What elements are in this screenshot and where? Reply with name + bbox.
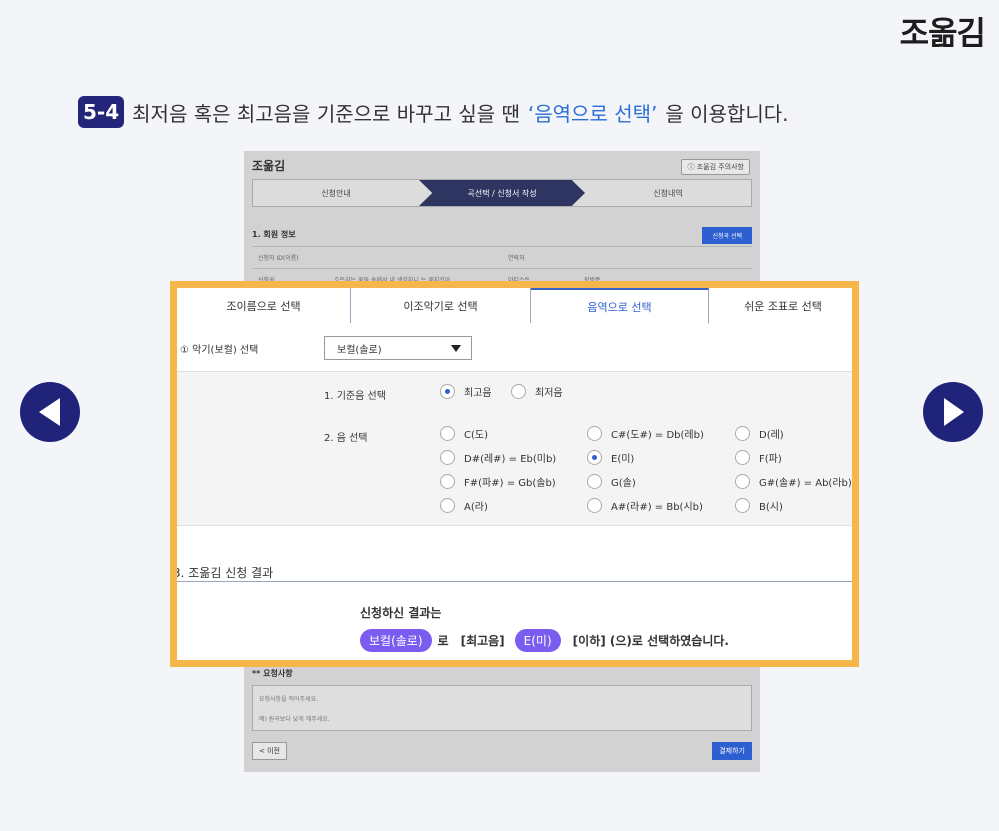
prev-slide-button[interactable] — [20, 382, 80, 442]
radio-note[interactable]: A#(라#) = Bb(시b) — [587, 498, 703, 513]
tab-easy-key-signature[interactable]: 쉬운 조표로 선택 — [709, 288, 852, 323]
bg-help-button[interactable]: ⓘ 조옮김 주의사항 — [681, 159, 750, 175]
radio-label: D(레) — [759, 430, 784, 441]
result-tail: [이하] (으)로 선택하였습니다. — [572, 634, 729, 648]
tab-key-name[interactable]: 조이름으로 선택 — [177, 288, 351, 323]
radio-unchecked-icon — [587, 498, 602, 513]
instrument-select-value: 보컬(솔로) — [337, 344, 382, 356]
bg-page-title: 조옮김 — [252, 159, 286, 173]
radio-unchecked-icon — [587, 474, 602, 489]
bg-request-label: ** 요청사항 — [252, 669, 293, 678]
bg-step-bar: 신청안내 곡선택 / 신청서 작성 신청내역 — [252, 179, 752, 207]
radio-note[interactable]: D(레) — [735, 426, 784, 441]
range-select-panel: 조이름으로 선택 이조악기로 선택 음역으로 선택 쉬운 조표로 선택 ① 악기… — [170, 281, 859, 667]
radio-note[interactable]: A(라) — [440, 498, 488, 513]
radio-label: 최저음 — [535, 388, 563, 399]
instrument-row: ① 악기(보컬) 선택 보컬(솔로) — [177, 336, 472, 360]
radio-label: A#(라#) = Bb(시b) — [611, 502, 703, 513]
result-section-title: 3. 조옮김 신청 결과 — [173, 566, 274, 580]
bg-prev-button[interactable]: < 이전 — [252, 742, 287, 760]
radio-highest[interactable]: 최고음 — [440, 384, 492, 399]
radio-note[interactable]: D#(레#) = Eb(미b) — [440, 450, 556, 465]
radio-note[interactable]: C#(도#) = Db(레b) — [587, 426, 704, 441]
base-note-label: 1. 기준음 선택 — [324, 391, 386, 402]
step-instruction: 5-4 최저음 혹은 최고음을 기준으로 바꾸고 싶을 땐 ‘음역으로 선택’ … — [78, 96, 789, 128]
result-instrument-badge: 보컬(솔로) — [360, 629, 432, 652]
radio-unchecked-icon — [735, 474, 750, 489]
radio-unchecked-icon — [735, 450, 750, 465]
options-panel: 1. 기준음 선택 최고음 최저음 2. 음 선택 C(도) C#(도#) = … — [177, 371, 852, 526]
bg-request-placeholder: 요청사항을 적어주세요. — [259, 696, 319, 703]
result-summary: 보컬(솔로) 로 [최고음] E(미) [이하] (으)로 선택하였습니다. — [360, 629, 735, 652]
radio-label: F#(파#) = Gb(솔b) — [464, 478, 556, 489]
result-note-badge: E(미) — [514, 629, 561, 652]
radio-unchecked-icon — [587, 426, 602, 441]
bg-select-song-button[interactable]: 신청곡 선택 — [702, 227, 752, 244]
radio-label: A(라) — [464, 502, 488, 513]
note-select-label: 2. 음 선택 — [324, 433, 368, 444]
radio-unchecked-icon — [511, 384, 526, 399]
right-arrow-icon — [944, 398, 964, 426]
radio-unchecked-icon — [440, 450, 455, 465]
radio-label: C#(도#) = Db(레b) — [611, 430, 704, 441]
radio-unchecked-icon — [440, 498, 455, 513]
tab-transposing-instrument[interactable]: 이조악기로 선택 — [351, 288, 531, 323]
bg-row-label: 연락처 — [508, 255, 525, 262]
bg-step-2: 곡선택 / 신청서 작성 — [419, 180, 585, 206]
bg-divider — [252, 246, 752, 247]
result-base: [최고음] — [460, 634, 505, 648]
radio-label: D#(레#) = Eb(미b) — [464, 454, 557, 465]
instrument-label: ① 악기(보컬) 선택 — [180, 344, 259, 356]
radio-label: B(시) — [759, 502, 783, 513]
radio-unchecked-icon — [440, 474, 455, 489]
radio-label: C(도) — [464, 430, 488, 441]
bg-step-3: 신청내역 — [653, 188, 683, 198]
chevron-down-icon — [451, 344, 461, 352]
bg-row-label: 신청자 ID(이름) — [258, 255, 299, 262]
radio-note[interactable]: F(파) — [735, 450, 782, 465]
next-slide-button[interactable] — [923, 382, 983, 442]
radio-lowest[interactable]: 최저음 — [511, 384, 563, 399]
step-text-after: 을 이용합니다. — [665, 101, 789, 126]
radio-unchecked-icon — [735, 498, 750, 513]
step-badge: 5-4 — [78, 96, 125, 128]
brand-logo: 조옮김 — [899, 14, 986, 52]
bg-divider — [252, 268, 752, 269]
result-divider — [177, 581, 852, 582]
radio-label: F(파) — [759, 454, 782, 465]
step-highlight: ‘음역으로 선택’ — [527, 101, 658, 126]
radio-label: E(미) — [611, 454, 635, 465]
step-text-before: 최저음 혹은 최고음을 기준으로 바꾸고 싶을 땐 — [132, 101, 520, 126]
radio-note[interactable]: F#(파#) = Gb(솔b) — [440, 474, 556, 489]
bg-pay-button[interactable]: 결제하기 — [712, 742, 752, 760]
bg-step-1: 신청안내 — [321, 188, 351, 198]
result-text: 로 — [437, 634, 449, 648]
radio-unchecked-icon — [440, 426, 455, 441]
bg-section-title: 1. 회원 정보 — [252, 230, 296, 239]
radio-label: G#(솔#) = Ab(라b) — [759, 478, 852, 489]
radio-checked-icon — [440, 384, 455, 399]
radio-note[interactable]: G(솔) — [587, 474, 636, 489]
tab-range[interactable]: 음역으로 선택 — [531, 288, 709, 324]
left-arrow-icon — [39, 398, 60, 426]
result-heading: 신청하신 결과는 — [360, 606, 442, 620]
select-method-tabs: 조이름으로 선택 이조악기로 선택 음역으로 선택 쉬운 조표로 선택 — [177, 288, 852, 324]
radio-note[interactable]: E(미) — [587, 450, 634, 465]
radio-label: 최고음 — [464, 388, 492, 399]
bg-request-textarea[interactable]: 요청사항을 적어주세요. 예) 원곡보다 낮게 해주세요. — [252, 685, 752, 731]
instrument-select[interactable]: 보컬(솔로) — [324, 336, 472, 360]
radio-label: G(솔) — [611, 478, 636, 489]
radio-note[interactable]: G#(솔#) = Ab(라b) — [735, 474, 852, 489]
bg-request-placeholder: 예) 원곡보다 낮게 해주세요. — [259, 716, 330, 723]
radio-note[interactable]: C(도) — [440, 426, 488, 441]
radio-checked-icon — [587, 450, 602, 465]
radio-note[interactable]: B(시) — [735, 498, 783, 513]
radio-unchecked-icon — [735, 426, 750, 441]
